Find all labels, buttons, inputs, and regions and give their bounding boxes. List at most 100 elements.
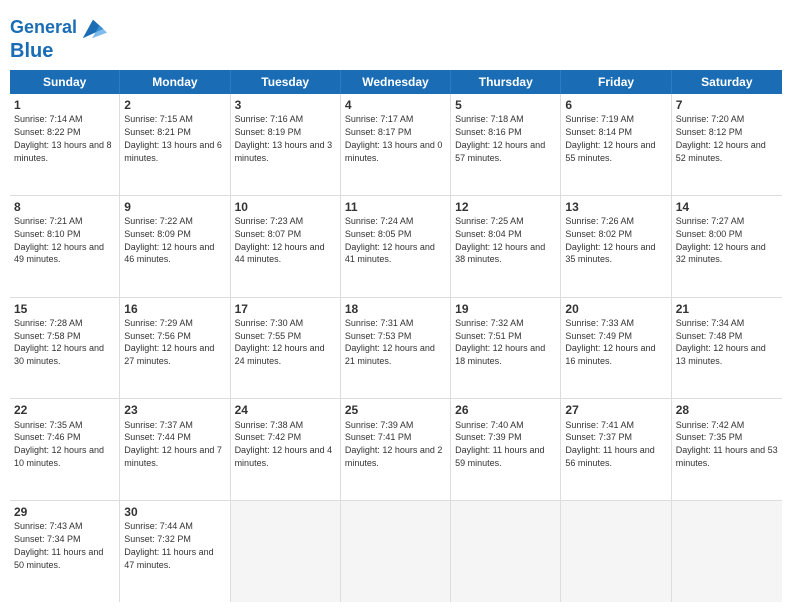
calendar-cell: 7Sunrise: 7:20 AM Sunset: 8:12 PM Daylig… (672, 94, 782, 195)
page: General Blue SundayMondayTuesdayWednesda… (0, 0, 792, 612)
calendar-header-cell: Tuesday (231, 70, 341, 94)
calendar-cell: 20Sunrise: 7:33 AM Sunset: 7:49 PM Dayli… (561, 298, 671, 399)
cell-info: Sunrise: 7:41 AM Sunset: 7:37 PM Dayligh… (565, 420, 654, 468)
calendar-cell: 22Sunrise: 7:35 AM Sunset: 7:46 PM Dayli… (10, 399, 120, 500)
cell-info: Sunrise: 7:26 AM Sunset: 8:02 PM Dayligh… (565, 216, 655, 264)
calendar-cell: 24 Sunrise: 7:38 AM Sunset: 7:42 PM Dayli… (231, 399, 341, 500)
day-number: 24 (235, 402, 336, 418)
day-number: 20 (565, 301, 666, 317)
cell-info: Sunrise: 7:24 AM Sunset: 8:05 PM Dayligh… (345, 216, 435, 264)
logo-text-line1: General (10, 18, 77, 38)
cell-info: Sunrise: 7:38 AM Sunset: 7:42 PM Dayligh… (235, 420, 333, 468)
calendar-header-cell: Thursday (451, 70, 561, 94)
logo: General Blue (10, 14, 107, 62)
day-number: 14 (676, 199, 778, 215)
calendar-cell: 23 Sunrise: 7:37 AM Sunset: 7:44 PM Dayli… (120, 399, 230, 500)
cell-info: Sunrise: 7:21 AM Sunset: 8:10 PM Dayligh… (14, 216, 104, 264)
day-number: 13 (565, 199, 666, 215)
cell-info: Sunrise: 7:35 AM Sunset: 7:46 PM Dayligh… (14, 420, 104, 468)
day-number: 17 (235, 301, 336, 317)
day-number: 4 (345, 97, 446, 113)
cell-info: Sunrise: 7:25 AM Sunset: 8:04 PM Dayligh… (455, 216, 545, 264)
calendar-row: 8Sunrise: 7:21 AM Sunset: 8:10 PM Daylig… (10, 196, 782, 298)
calendar-cell: 4Sunrise: 7:17 AM Sunset: 8:17 PM Daylig… (341, 94, 451, 195)
cell-info: Sunrise: 7:17 AM Sunset: 8:17 PM Dayligh… (345, 114, 443, 162)
calendar-cell: 18Sunrise: 7:31 AM Sunset: 7:53 PM Dayli… (341, 298, 451, 399)
cell-info: Sunrise: 7:42 AM Sunset: 7:35 PM Dayligh… (676, 420, 778, 468)
calendar-row: 1Sunrise: 7:14 AM Sunset: 8:22 PM Daylig… (10, 94, 782, 196)
cell-info: Sunrise: 7:29 AM Sunset: 7:56 PM Dayligh… (124, 318, 214, 366)
day-number: 18 (345, 301, 446, 317)
cell-info: Sunrise: 7:28 AM Sunset: 7:58 PM Dayligh… (14, 318, 104, 366)
day-number: 28 (676, 402, 778, 418)
calendar-header: SundayMondayTuesdayWednesdayThursdayFrid… (10, 70, 782, 94)
calendar-cell: 3Sunrise: 7:16 AM Sunset: 8:19 PM Daylig… (231, 94, 341, 195)
cell-info: Sunrise: 7:14 AM Sunset: 8:22 PM Dayligh… (14, 114, 112, 162)
cell-info: Sunrise: 7:34 AM Sunset: 7:48 PM Dayligh… (676, 318, 766, 366)
day-number: 7 (676, 97, 778, 113)
day-number: 10 (235, 199, 336, 215)
calendar-cell: 15Sunrise: 7:28 AM Sunset: 7:58 PM Dayli… (10, 298, 120, 399)
calendar-body: 1Sunrise: 7:14 AM Sunset: 8:22 PM Daylig… (10, 94, 782, 602)
calendar-row: 15Sunrise: 7:28 AM Sunset: 7:58 PM Dayli… (10, 298, 782, 400)
calendar-cell: 30Sunrise: 7:44 AM Sunset: 7:32 PM Dayli… (120, 501, 230, 602)
calendar-cell: 27 Sunrise: 7:41 AM Sunset: 7:37 PM Dayli… (561, 399, 671, 500)
calendar: SundayMondayTuesdayWednesdayThursdayFrid… (10, 70, 782, 602)
calendar-cell (561, 501, 671, 602)
day-number: 9 (124, 199, 225, 215)
calendar-cell: 10Sunrise: 7:23 AM Sunset: 8:07 PM Dayli… (231, 196, 341, 297)
day-number: 11 (345, 199, 446, 215)
cell-info: Sunrise: 7:37 AM Sunset: 7:44 PM Dayligh… (124, 420, 222, 468)
day-number: 19 (455, 301, 556, 317)
day-number: 16 (124, 301, 225, 317)
logo-text-line2: Blue (10, 40, 53, 62)
cell-info: Sunrise: 7:22 AM Sunset: 8:09 PM Dayligh… (124, 216, 214, 264)
calendar-header-cell: Friday (561, 70, 671, 94)
cell-info: Sunrise: 7:44 AM Sunset: 7:32 PM Dayligh… (124, 521, 213, 569)
calendar-cell: 19Sunrise: 7:32 AM Sunset: 7:51 PM Dayli… (451, 298, 561, 399)
calendar-cell: 14Sunrise: 7:27 AM Sunset: 8:00 PM Dayli… (672, 196, 782, 297)
cell-info: Sunrise: 7:16 AM Sunset: 8:19 PM Dayligh… (235, 114, 333, 162)
cell-info: Sunrise: 7:18 AM Sunset: 8:16 PM Dayligh… (455, 114, 545, 162)
cell-info: Sunrise: 7:23 AM Sunset: 8:07 PM Dayligh… (235, 216, 325, 264)
cell-info: Sunrise: 7:19 AM Sunset: 8:14 PM Dayligh… (565, 114, 655, 162)
day-number: 26 (455, 402, 556, 418)
calendar-cell (451, 501, 561, 602)
logo-icon (79, 14, 107, 42)
calendar-header-cell: Wednesday (341, 70, 451, 94)
day-number: 21 (676, 301, 778, 317)
calendar-cell: 26Sunrise: 7:40 AM Sunset: 7:39 PM Dayli… (451, 399, 561, 500)
day-number: 6 (565, 97, 666, 113)
calendar-header-cell: Sunday (10, 70, 120, 94)
calendar-cell: 29Sunrise: 7:43 AM Sunset: 7:34 PM Dayli… (10, 501, 120, 602)
calendar-header-cell: Monday (120, 70, 230, 94)
calendar-cell: 9Sunrise: 7:22 AM Sunset: 8:09 PM Daylig… (120, 196, 230, 297)
cell-info: Sunrise: 7:39 AM Sunset: 7:41 PM Dayligh… (345, 420, 443, 468)
calendar-cell: 25Sunrise: 7:39 AM Sunset: 7:41 PM Dayli… (341, 399, 451, 500)
day-number: 29 (14, 504, 115, 520)
calendar-cell: 11Sunrise: 7:24 AM Sunset: 8:05 PM Dayli… (341, 196, 451, 297)
calendar-cell: 12Sunrise: 7:25 AM Sunset: 8:04 PM Dayli… (451, 196, 561, 297)
calendar-cell (341, 501, 451, 602)
day-number: 27 (565, 402, 666, 418)
calendar-cell: 16Sunrise: 7:29 AM Sunset: 7:56 PM Dayli… (120, 298, 230, 399)
calendar-cell: 13Sunrise: 7:26 AM Sunset: 8:02 PM Dayli… (561, 196, 671, 297)
cell-info: Sunrise: 7:43 AM Sunset: 7:34 PM Dayligh… (14, 521, 103, 569)
cell-info: Sunrise: 7:31 AM Sunset: 7:53 PM Dayligh… (345, 318, 435, 366)
cell-info: Sunrise: 7:15 AM Sunset: 8:21 PM Dayligh… (124, 114, 222, 162)
calendar-cell: 28 Sunrise: 7:42 AM Sunset: 7:35 PM Dayli… (672, 399, 782, 500)
calendar-cell: 17Sunrise: 7:30 AM Sunset: 7:55 PM Dayli… (231, 298, 341, 399)
calendar-row: 22Sunrise: 7:35 AM Sunset: 7:46 PM Dayli… (10, 399, 782, 501)
day-number: 3 (235, 97, 336, 113)
day-number: 23 (124, 402, 225, 418)
calendar-cell: 6Sunrise: 7:19 AM Sunset: 8:14 PM Daylig… (561, 94, 671, 195)
calendar-cell: 8Sunrise: 7:21 AM Sunset: 8:10 PM Daylig… (10, 196, 120, 297)
cell-info: Sunrise: 7:27 AM Sunset: 8:00 PM Dayligh… (676, 216, 766, 264)
calendar-cell (231, 501, 341, 602)
day-number: 5 (455, 97, 556, 113)
calendar-cell (672, 501, 782, 602)
day-number: 30 (124, 504, 225, 520)
day-number: 8 (14, 199, 115, 215)
cell-info: Sunrise: 7:30 AM Sunset: 7:55 PM Dayligh… (235, 318, 325, 366)
day-number: 2 (124, 97, 225, 113)
